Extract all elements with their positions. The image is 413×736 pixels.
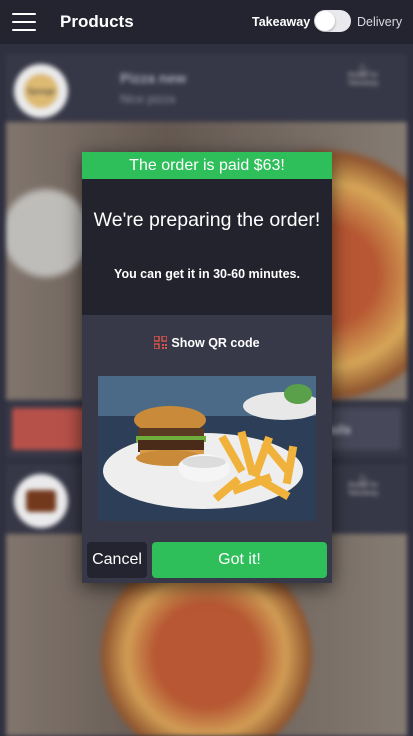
product-description: Nice pizza xyxy=(120,92,176,106)
product-logo xyxy=(14,474,68,528)
hamburger-icon[interactable] xyxy=(12,13,36,31)
got-it-button[interactable]: Got it! xyxy=(152,542,327,578)
takeaway-badge: ♨ Ready for Takeaway xyxy=(341,60,385,88)
product-card-header: Sponge Pizza new Nice pizza ♨ Ready for T… xyxy=(6,54,407,128)
mode-delivery-label[interactable]: Delivery xyxy=(357,15,402,29)
payment-status-banner: The order is paid $63! xyxy=(82,152,332,179)
top-bar: Products Takeaway Delivery xyxy=(0,0,413,44)
takeaway-badge-icon: ♨ xyxy=(356,470,370,486)
show-qr-code-link[interactable]: Show QR code xyxy=(82,336,332,350)
qr-code-icon xyxy=(154,336,168,349)
modal-heading: We're preparing the order! xyxy=(93,209,321,231)
order-confirmation-modal: The order is paid $63! We're preparing t… xyxy=(82,152,332,583)
takeaway-badge-icon: ♨ xyxy=(356,60,370,76)
order-food-image xyxy=(98,376,316,521)
page-title: Products xyxy=(60,12,134,31)
toggle-knob xyxy=(315,11,335,31)
product-name: Pizza new xyxy=(120,70,187,86)
product-logo: Sponge xyxy=(14,64,68,118)
mode-takeaway-label[interactable]: Takeaway xyxy=(252,15,310,29)
delivery-mode-toggle[interactable] xyxy=(314,10,351,32)
modal-eta-text: You can get it in 30-60 minutes. xyxy=(114,267,300,281)
takeaway-badge: ♨ Ready for Takeaway xyxy=(341,470,385,498)
cancel-button[interactable]: Cancel xyxy=(87,542,147,578)
qr-code-label: Show QR code xyxy=(171,336,260,350)
modal-header-section: We're preparing the order! You can get i… xyxy=(82,179,332,315)
